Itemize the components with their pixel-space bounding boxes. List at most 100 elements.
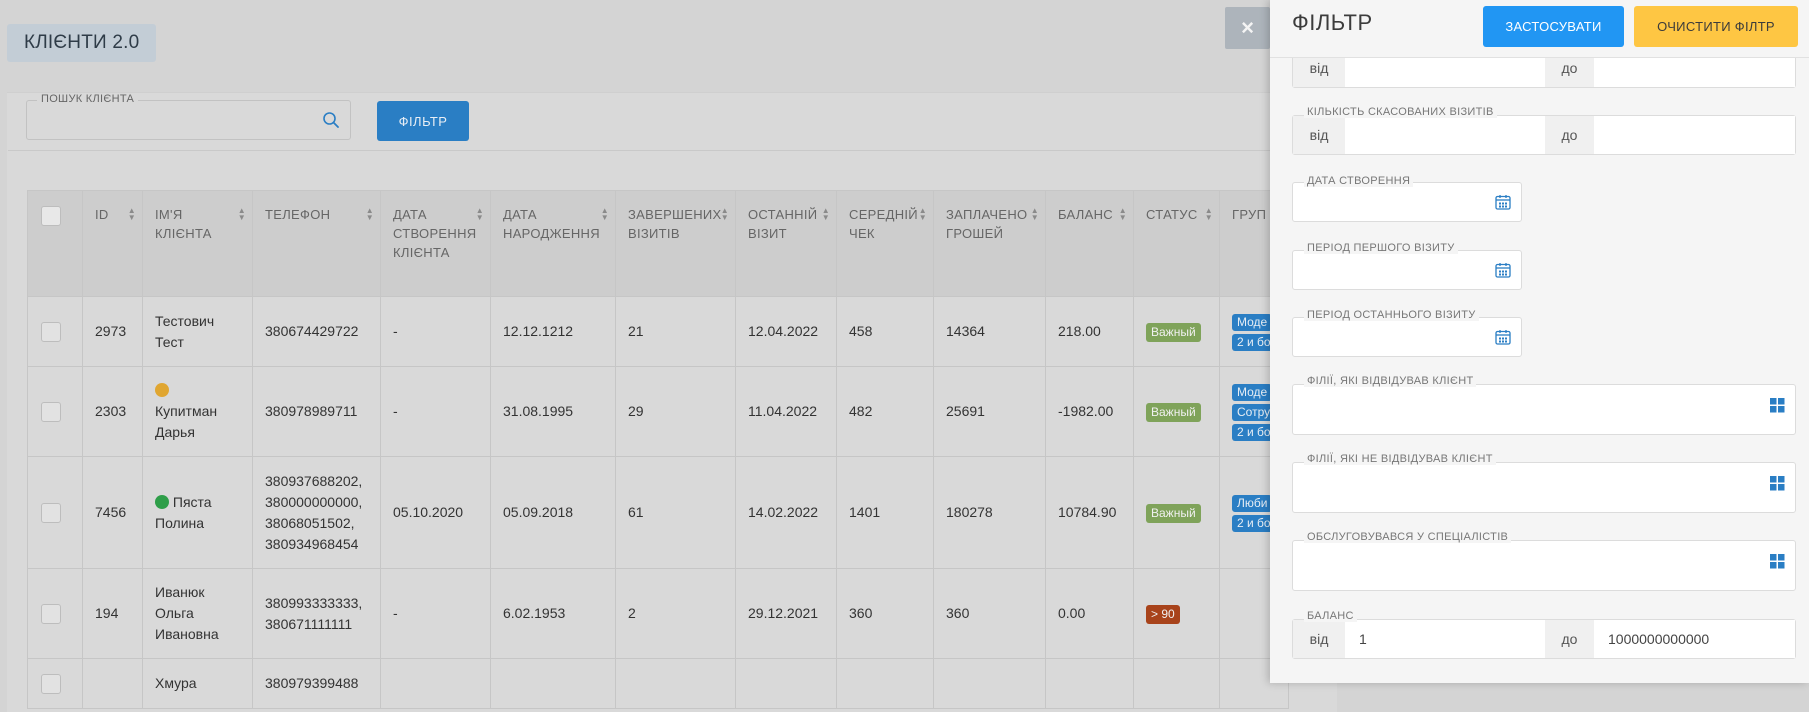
client-name[interactable]: Тестович Тест: [155, 313, 214, 350]
first-visit-input[interactable]: [1292, 250, 1522, 290]
column-header-created[interactable]: ДАТА СТВОРЕННЯ КЛІЄНТА ▲ ▼: [380, 190, 491, 297]
column-header-last[interactable]: ОСТАННІЙ ВІЗИТ ▲ ▼: [735, 190, 837, 297]
table-row[interactable]: 194 Иванюк Ольга Ивановна 380993333333, 380…: [27, 568, 1289, 659]
sort-icon[interactable]: ▲ ▼: [1031, 207, 1039, 222]
visited-branches-select[interactable]: [1292, 384, 1796, 435]
balance-to-input[interactable]: 1000000000000: [1594, 620, 1795, 658]
cell-completed: [615, 658, 736, 709]
grid-icon[interactable]: [1770, 476, 1785, 491]
balance-from-input[interactable]: 1: [1345, 620, 1545, 658]
column-header-status[interactable]: СТАТУС ▲ ▼: [1133, 190, 1220, 297]
sort-icon[interactable]: ▲ ▼: [601, 207, 609, 222]
created-date-input[interactable]: [1292, 182, 1522, 222]
table-body: 2973 Тестович Тест 380674429722 - 12.12.1212…: [27, 296, 1289, 709]
client-name[interactable]: Иванюк Ольга Ивановна: [155, 584, 219, 642]
sort-icon[interactable]: ▲ ▼: [919, 207, 927, 222]
cell-avg-value: 360: [849, 605, 873, 621]
not-visited-branches-select[interactable]: [1292, 462, 1796, 513]
calendar-icon[interactable]: [1495, 262, 1511, 278]
column-header-avg[interactable]: СЕРЕДНІЙ ЧЕК ▲ ▼: [836, 190, 934, 297]
cancelled-to-input[interactable]: [1594, 116, 1795, 154]
row-checkbox[interactable]: [41, 503, 61, 524]
cell-avg: 482: [836, 366, 934, 457]
cell-last: 29.12.2021: [735, 568, 837, 659]
row-checkbox[interactable]: [41, 322, 61, 343]
column-header-phone[interactable]: ТЕЛЕФОН ▲ ▼: [252, 190, 381, 297]
column-header-id[interactable]: ID ▲ ▼: [82, 190, 143, 297]
row-checkbox[interactable]: [41, 402, 61, 423]
table-row[interactable]: 7456 Пяста Полина 380937688202, 3800000000…: [27, 456, 1289, 569]
balance-range: від 1 до 1000000000000: [1292, 619, 1796, 659]
group-tag: Моде: [1232, 313, 1273, 331]
cell-paid: 25691: [933, 366, 1046, 457]
search-icon[interactable]: [322, 111, 340, 129]
specialists-select[interactable]: [1292, 540, 1796, 591]
select-all-checkbox[interactable]: [41, 205, 61, 226]
sort-icon[interactable]: ▲ ▼: [128, 207, 136, 222]
column-header-label: ТЕЛЕФОН: [265, 207, 331, 222]
clear-filter-button[interactable]: ОЧИСТИТИ ФІЛТР: [1634, 6, 1798, 47]
status-dot-icon: [155, 383, 169, 397]
table-row[interactable]: Хмура 380979399488: [27, 658, 1289, 709]
phone-number: 380674429722: [265, 323, 359, 339]
group-tag: Люби: [1232, 494, 1273, 512]
column-header-paid[interactable]: ЗАПЛАЧЕНО ГРОШЕЙ ▲ ▼: [933, 190, 1046, 297]
sort-icon[interactable]: ▲ ▼: [476, 207, 484, 222]
sort-icon[interactable]: ▲ ▼: [1119, 207, 1127, 222]
row-checkbox-cell: [27, 658, 83, 709]
grid-icon[interactable]: [1770, 554, 1785, 569]
from-addon: від: [1293, 116, 1345, 154]
client-id: 2973: [95, 323, 127, 339]
column-header-label: ОСТАННІЙ ВІЗИТ: [748, 207, 818, 241]
row-checkbox[interactable]: [41, 674, 61, 695]
sort-icon[interactable]: ▲ ▼: [238, 207, 246, 222]
phone-number: 380000000000,: [265, 493, 363, 510]
column-header-birth[interactable]: ДАТА НАРОДЖЕННЯ ▲ ▼: [490, 190, 616, 297]
apply-button[interactable]: ЗАСТОСУВАТИ: [1483, 6, 1624, 47]
cell-birth: 12.12.1212: [490, 296, 616, 367]
sort-icon[interactable]: ▲ ▼: [366, 207, 374, 222]
phone-number: 380993333333,: [265, 594, 363, 611]
search-input[interactable]: [26, 100, 351, 140]
cell-balance: 218.00: [1045, 296, 1134, 367]
search-label: ПОШУК КЛІЄНТА: [37, 93, 139, 105]
cell-balance: 0.00: [1045, 568, 1134, 659]
filter-button[interactable]: ФІЛЬТР: [377, 101, 469, 141]
sort-icon[interactable]: ▲ ▼: [1205, 207, 1213, 222]
table-row[interactable]: 2973 Тестович Тест 380674429722 - 12.12.1212…: [27, 296, 1289, 367]
sort-icon[interactable]: ▲ ▼: [822, 207, 830, 222]
cell-status: Важный: [1133, 296, 1220, 367]
status-badge: Важный: [1146, 403, 1201, 422]
client-name[interactable]: Купитман Дарья: [155, 403, 217, 440]
column-header-name[interactable]: ІМ'Я КЛІЄНТА ▲ ▼: [142, 190, 253, 297]
cancelled-from-input[interactable]: [1345, 116, 1545, 154]
last-visit-input[interactable]: [1292, 317, 1522, 357]
from-addon: від: [1293, 620, 1345, 658]
calendar-icon[interactable]: [1495, 194, 1511, 210]
phone-number: 380934968454: [265, 535, 359, 552]
filter-panel-title: ФІЛЬТР: [1292, 10, 1373, 35]
cell-name: Хмура: [142, 658, 253, 709]
balance-label: БАЛАНС: [1304, 610, 1357, 622]
column-header-balance[interactable]: БАЛАНС ▲ ▼: [1045, 190, 1134, 297]
cell-balance-value: 218.00: [1058, 323, 1101, 339]
cell-last: 14.02.2022: [735, 456, 837, 569]
column-header-label: ID: [95, 207, 109, 222]
cell-id: 194: [82, 568, 143, 659]
cell-paid-value: 360: [946, 605, 970, 621]
sort-icon[interactable]: ▲ ▼: [721, 207, 729, 222]
close-button[interactable]: ×: [1225, 7, 1270, 49]
specialists-label: ОБСЛУГОВУВАВСЯ У СПЕЦІАЛІСТІВ: [1304, 531, 1512, 543]
row-checkbox[interactable]: [41, 604, 61, 625]
column-header-label: СЕРЕДНІЙ ЧЕК: [849, 207, 918, 241]
cell-last: 11.04.2022: [735, 366, 837, 457]
phone-number: 380671111111: [265, 615, 353, 632]
column-header-label: СТАТУС: [1146, 207, 1198, 222]
column-header-completed[interactable]: ЗАВЕРШЕНИХ ВІЗИТІВ ▲ ▼: [615, 190, 736, 297]
client-name[interactable]: Хмура: [155, 675, 197, 691]
calendar-icon[interactable]: [1495, 329, 1511, 345]
table-row[interactable]: 2303 Купитман Дарья 380978989711 - 31.08.199…: [27, 366, 1289, 457]
cell-balance: 10784.90: [1045, 456, 1134, 569]
row-checkbox-cell: [27, 366, 83, 457]
grid-icon[interactable]: [1770, 398, 1785, 413]
